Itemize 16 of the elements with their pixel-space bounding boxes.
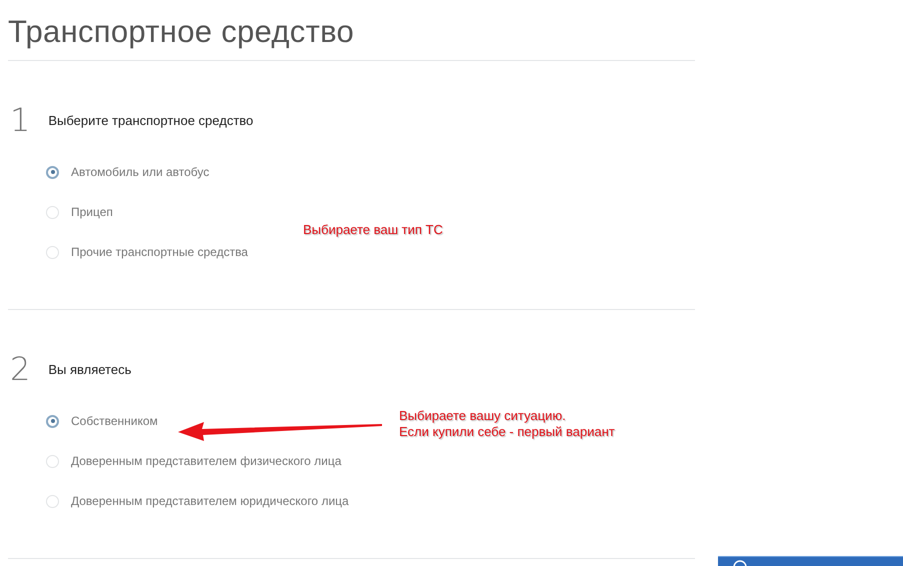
option-label[interactable]: Автомобиль или автобус (71, 165, 210, 179)
option-label[interactable]: Доверенным представителем юридического лица (71, 494, 349, 508)
section-heading: Выберите транспортное средство (48, 112, 254, 128)
option-label[interactable]: Доверенным представителем физического лица (71, 454, 342, 468)
annotation-text: Если купили себе - первый вариант (399, 424, 615, 440)
radio-button[interactable] (46, 166, 59, 178)
annotation-text: Выбираете ваш тип ТС (303, 222, 443, 238)
section-heading: Вы являетесь (48, 362, 132, 376)
page-title: Транспортное средство (8, 13, 356, 51)
option-label[interactable]: Прочие транспортные средства (71, 245, 248, 259)
step-number: 2 (9, 349, 32, 389)
option-label[interactable]: Собственником (71, 414, 158, 428)
step-number: 1 (9, 100, 32, 140)
annotation-text: Выбираете вашу ситуацию. (399, 408, 567, 424)
radio-button[interactable] (46, 414, 59, 428)
option-label[interactable]: Прицеп (71, 205, 113, 219)
